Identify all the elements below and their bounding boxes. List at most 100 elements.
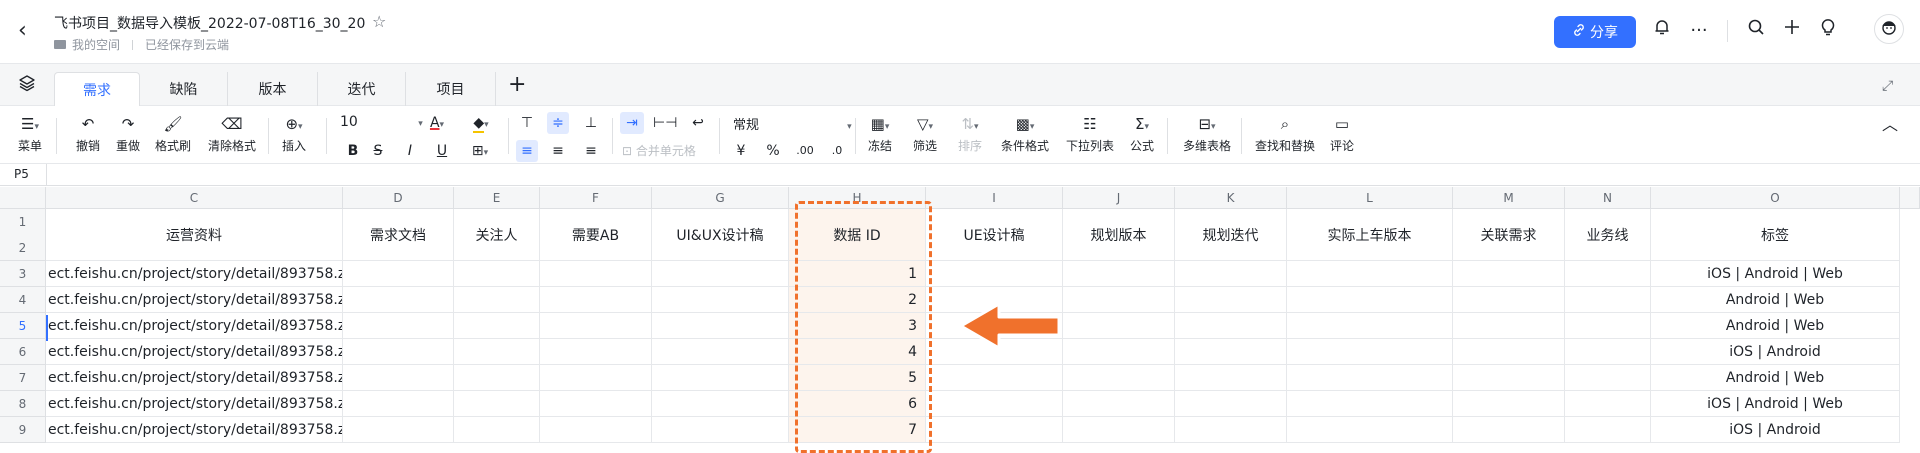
table-cell[interactable] bbox=[1063, 287, 1175, 313]
link-cell[interactable]: ect.feishu.cn/project/story/detail/89375… bbox=[46, 287, 343, 313]
font-color-button[interactable]: A▾ bbox=[420, 112, 454, 134]
id-cell[interactable]: 5 bbox=[789, 365, 926, 391]
table-cell[interactable] bbox=[540, 339, 652, 365]
table-cell[interactable] bbox=[1565, 313, 1651, 339]
text-clip-icon[interactable]: ⊢⊣ bbox=[653, 112, 677, 134]
row-header[interactable]: 2 bbox=[0, 235, 46, 261]
bell-icon[interactable] bbox=[1649, 18, 1675, 44]
column-header-i[interactable]: I bbox=[926, 187, 1063, 209]
table-cell[interactable] bbox=[1063, 261, 1175, 287]
tab-defects[interactable]: 缺陷 bbox=[140, 72, 228, 106]
border-button[interactable]: ⊞▾ bbox=[463, 140, 497, 162]
select-all-corner[interactable] bbox=[0, 187, 46, 209]
table-cell[interactable] bbox=[343, 287, 454, 313]
row-header[interactable]: 7 bbox=[0, 365, 46, 391]
document-title[interactable]: 飞书项目_数据导入模板_2022-07-08T16_30_20 bbox=[54, 13, 365, 33]
italic-button[interactable]: I bbox=[399, 140, 421, 162]
table-cell[interactable] bbox=[454, 391, 540, 417]
align-top-icon[interactable]: ⊤ bbox=[516, 112, 538, 134]
table-cell[interactable] bbox=[1565, 365, 1651, 391]
table-cell[interactable] bbox=[540, 417, 652, 443]
menu-button[interactable]: ☰▾ 菜单 bbox=[18, 112, 42, 156]
more-icon[interactable]: ··· bbox=[1686, 18, 1712, 44]
column-header-k[interactable]: K bbox=[1175, 187, 1287, 209]
row-header[interactable]: 5 bbox=[0, 313, 46, 339]
header-cell[interactable]: 运营资料 bbox=[46, 209, 343, 261]
align-left-icon[interactable]: ≡ bbox=[516, 140, 538, 162]
header-cell[interactable]: 需要AB bbox=[540, 209, 652, 261]
table-cell[interactable] bbox=[1063, 365, 1175, 391]
tab-versions[interactable]: 版本 bbox=[228, 72, 318, 106]
redo-button[interactable]: ↷ 重做 bbox=[116, 112, 140, 156]
table-cell[interactable] bbox=[540, 365, 652, 391]
table-cell[interactable] bbox=[1453, 339, 1565, 365]
strikethrough-button[interactable]: S bbox=[367, 140, 389, 162]
text-wrap-icon[interactable]: ↩ bbox=[686, 112, 710, 134]
tag-cell[interactable]: iOS | Android bbox=[1651, 417, 1900, 443]
column-header-n[interactable]: N bbox=[1565, 187, 1651, 209]
align-center-icon[interactable]: ≡ bbox=[547, 140, 569, 162]
tag-cell[interactable]: iOS | Android | Web bbox=[1651, 261, 1900, 287]
table-cell[interactable] bbox=[1175, 365, 1287, 391]
bold-button[interactable]: B bbox=[342, 140, 364, 162]
merge-cells-button[interactable]: ⊡ 合并单元格 bbox=[622, 140, 710, 162]
fill-color-button[interactable]: ◆▾ bbox=[464, 112, 498, 134]
multi-table-button[interactable]: ⊟▾ 多维表格 bbox=[1183, 112, 1231, 156]
table-cell[interactable] bbox=[343, 417, 454, 443]
header-cell[interactable]: 关联需求 bbox=[1453, 209, 1565, 261]
table-cell[interactable] bbox=[1175, 417, 1287, 443]
tag-cell[interactable]: iOS | Android bbox=[1651, 339, 1900, 365]
table-cell[interactable] bbox=[1063, 417, 1175, 443]
table-cell[interactable] bbox=[454, 417, 540, 443]
table-cell[interactable] bbox=[343, 339, 454, 365]
currency-icon[interactable]: ¥ bbox=[730, 140, 752, 162]
column-header-h[interactable]: H bbox=[789, 187, 926, 209]
table-cell[interactable] bbox=[1565, 391, 1651, 417]
link-cell[interactable]: ect.feishu.cn/project/story/detail/89375… bbox=[46, 391, 343, 417]
column-header-m[interactable]: M bbox=[1453, 187, 1565, 209]
table-cell[interactable] bbox=[1287, 339, 1453, 365]
header-cell[interactable]: 数据 ID bbox=[789, 209, 926, 261]
share-button[interactable]: 分享 bbox=[1554, 16, 1636, 48]
font-size-select[interactable]: 10 ▾ bbox=[340, 114, 423, 130]
table-cell[interactable] bbox=[1565, 417, 1651, 443]
table-cell[interactable] bbox=[454, 287, 540, 313]
insert-button[interactable]: ⊕▾ 插入 bbox=[282, 112, 306, 156]
row-header[interactable]: 8 bbox=[0, 391, 46, 417]
column-header-l[interactable]: L bbox=[1287, 187, 1453, 209]
table-cell[interactable] bbox=[343, 313, 454, 339]
id-cell[interactable]: 4 bbox=[789, 339, 926, 365]
table-cell[interactable] bbox=[1287, 287, 1453, 313]
collapse-toolbar-icon[interactable]: ︿ bbox=[1878, 114, 1902, 136]
column-header-g[interactable]: G bbox=[652, 187, 789, 209]
tab-projects[interactable]: 项目 bbox=[406, 72, 496, 106]
header-cell[interactable]: 标签 bbox=[1651, 209, 1900, 261]
plus-icon[interactable] bbox=[1779, 18, 1805, 44]
header-cell[interactable]: UI&UX设计稿 bbox=[652, 209, 789, 261]
back-icon[interactable]: ‹ bbox=[18, 18, 40, 44]
table-cell[interactable] bbox=[926, 391, 1063, 417]
table-cell[interactable] bbox=[454, 261, 540, 287]
id-cell[interactable]: 2 bbox=[789, 287, 926, 313]
formula-button[interactable]: Σ▾ 公式 bbox=[1130, 112, 1154, 156]
id-cell[interactable]: 3 bbox=[789, 313, 926, 339]
increase-decimal-icon[interactable]: .0 bbox=[826, 140, 848, 162]
tag-cell[interactable]: iOS | Android | Web bbox=[1651, 391, 1900, 417]
column-header-o[interactable]: O bbox=[1651, 187, 1900, 209]
header-cell[interactable]: 业务线 bbox=[1565, 209, 1651, 261]
table-cell[interactable] bbox=[1287, 391, 1453, 417]
table-cell[interactable] bbox=[1063, 313, 1175, 339]
format-painter-button[interactable]: 🖌 格式刷 bbox=[155, 112, 191, 156]
header-cell[interactable]: 实际上车版本 bbox=[1287, 209, 1453, 261]
table-cell[interactable] bbox=[1453, 365, 1565, 391]
table-cell[interactable] bbox=[652, 417, 789, 443]
table-cell[interactable] bbox=[1287, 417, 1453, 443]
location-label[interactable]: 我的空间 bbox=[72, 36, 120, 53]
link-cell[interactable]: ect.feishu.cn/project/story/detail/89375… bbox=[46, 261, 343, 287]
table-cell[interactable] bbox=[540, 287, 652, 313]
avatar[interactable] bbox=[1874, 14, 1904, 44]
table-cell[interactable] bbox=[1565, 261, 1651, 287]
sort-button[interactable]: ⇅▾ 排序 bbox=[958, 112, 982, 156]
table-cell[interactable] bbox=[652, 365, 789, 391]
table-cell[interactable] bbox=[343, 365, 454, 391]
